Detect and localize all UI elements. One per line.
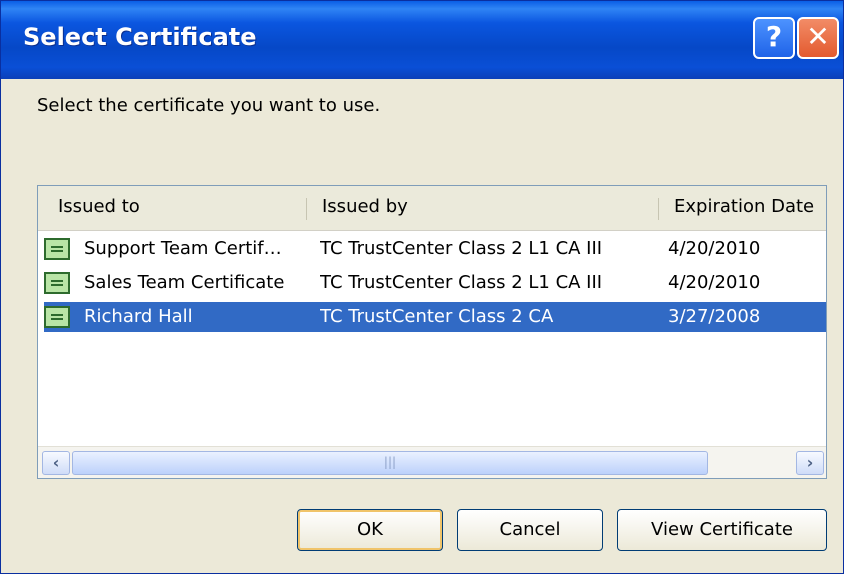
column-issued-to[interactable]: Issued to	[58, 196, 140, 217]
certificate-list[interactable]: Issued to Issued by Expiration Date Supp…	[37, 185, 827, 479]
certificate-row[interactable]: Support Team Certif… TC TrustCenter Clas…	[44, 234, 826, 264]
expiration-cell: 4/20/2010	[668, 272, 761, 293]
certificate-row[interactable]: Sales Team Certificate TC TrustCenter Cl…	[44, 268, 826, 298]
expiration-cell: 3/27/2008	[668, 306, 761, 327]
column-separator[interactable]	[658, 198, 659, 220]
issued-by-cell: TC TrustCenter Class 2 L1 CA III	[320, 238, 603, 259]
certificate-icon	[44, 306, 70, 328]
dialog-title: Select Certificate	[23, 23, 257, 51]
expiration-cell: 4/20/2010	[668, 238, 761, 259]
select-certificate-dialog: Select Certificate ? ✕ Select the certif…	[0, 0, 844, 574]
scrollbar-thumb[interactable]: |||	[72, 451, 708, 475]
column-separator[interactable]	[306, 198, 307, 220]
view-certificate-button[interactable]: View Certificate	[617, 509, 827, 551]
instruction-text: Select the certificate you want to use.	[37, 95, 381, 116]
scroll-left-button[interactable]: ‹	[42, 451, 70, 475]
ok-button[interactable]: OK	[297, 509, 443, 551]
scroll-right-button[interactable]: ›	[796, 451, 824, 475]
title-bar[interactable]: Select Certificate ? ✕	[1, 1, 843, 79]
close-button[interactable]: ✕	[797, 17, 839, 59]
issued-by-cell: TC TrustCenter Class 2 L1 CA III	[320, 272, 603, 293]
column-issued-by[interactable]: Issued by	[322, 196, 408, 217]
help-button[interactable]: ?	[753, 17, 795, 59]
issued-to-cell: Richard Hall	[84, 306, 193, 327]
certificate-row-selected[interactable]: Richard Hall TC TrustCenter Class 2 CA 3…	[44, 302, 826, 332]
list-header: Issued to Issued by Expiration Date	[38, 186, 826, 231]
issued-to-cell: Sales Team Certificate	[84, 272, 285, 293]
issued-by-cell: TC TrustCenter Class 2 CA	[320, 306, 554, 327]
certificate-icon	[44, 272, 70, 294]
issued-to-cell: Support Team Certif…	[84, 238, 282, 259]
column-expiration-date[interactable]: Expiration Date	[674, 196, 814, 217]
horizontal-scrollbar[interactable]: ‹ ||| ›	[38, 446, 826, 478]
certificate-icon	[44, 238, 70, 260]
cancel-button[interactable]: Cancel	[457, 509, 603, 551]
